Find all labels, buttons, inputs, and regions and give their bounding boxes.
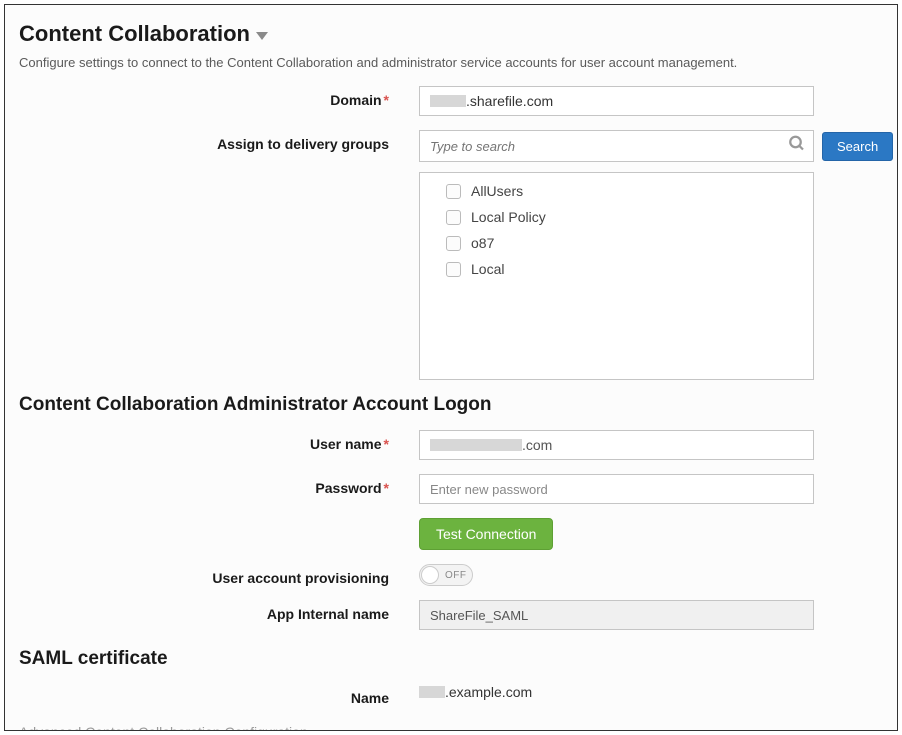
group-search-wrap: [419, 130, 814, 162]
saml-name-value: .example.com: [419, 684, 532, 700]
test-connection-button[interactable]: Test Connection: [419, 518, 553, 550]
required-marker: *: [384, 436, 389, 452]
password-row: Password*: [19, 474, 883, 504]
app-internal-input: [419, 600, 814, 630]
password-label-text: Password: [315, 480, 381, 496]
provisioning-row: User account provisioning OFF: [19, 564, 883, 586]
password-label: Password*: [19, 474, 419, 496]
list-item-label: AllUsers: [471, 183, 523, 199]
redacted-value: [430, 439, 522, 451]
password-input[interactable]: [419, 474, 814, 504]
required-marker: *: [384, 92, 389, 108]
list-item-label: Local Policy: [471, 209, 546, 225]
advanced-config-link[interactable]: Advanced Content Collaboration Configura…: [19, 724, 883, 731]
app-internal-row: App Internal name: [19, 600, 883, 630]
saml-name-label: Name: [19, 684, 419, 706]
admin-logon-heading: Content Collaboration Administrator Acco…: [19, 394, 883, 416]
domain-label: Domain*: [19, 86, 419, 108]
required-marker: *: [384, 480, 389, 496]
chevron-down-icon: [256, 32, 268, 40]
domain-input[interactable]: .sharefile.com: [419, 86, 814, 116]
assign-groups-label: Assign to delivery groups: [19, 130, 419, 152]
page-description: Configure settings to connect to the Con…: [19, 55, 883, 70]
username-label-text: User name: [310, 436, 382, 452]
groups-list-row: AllUsers Local Policy o87 Local: [19, 172, 883, 380]
username-label: User name*: [19, 430, 419, 452]
checkbox[interactable]: [446, 210, 461, 225]
username-suffix: .com: [522, 437, 552, 453]
list-item[interactable]: AllUsers: [446, 183, 787, 199]
list-item-label: Local: [471, 261, 504, 277]
list-item-label: o87: [471, 235, 494, 251]
list-item[interactable]: Local: [446, 261, 787, 277]
list-item[interactable]: Local Policy: [446, 209, 787, 225]
checkbox[interactable]: [446, 184, 461, 199]
assign-groups-row: Assign to delivery groups Search: [19, 130, 883, 162]
provisioning-label: User account provisioning: [19, 564, 419, 586]
domain-label-text: Domain: [330, 92, 381, 108]
username-row: User name* .com: [19, 430, 883, 460]
search-icon: [788, 135, 806, 158]
app-internal-label: App Internal name: [19, 600, 419, 622]
test-connection-row: Test Connection: [19, 518, 883, 550]
username-input[interactable]: .com: [419, 430, 814, 460]
list-item[interactable]: o87: [446, 235, 787, 251]
checkbox[interactable]: [446, 262, 461, 277]
saml-heading: SAML certificate: [19, 648, 883, 670]
provisioning-toggle[interactable]: OFF: [419, 564, 473, 586]
toggle-state-label: OFF: [445, 570, 467, 581]
checkbox[interactable]: [446, 236, 461, 251]
saml-name-suffix: .example.com: [445, 684, 532, 700]
search-button[interactable]: Search: [822, 132, 893, 161]
group-search-input[interactable]: [419, 130, 814, 162]
domain-row: Domain* .sharefile.com: [19, 86, 883, 116]
redacted-value: [430, 95, 466, 107]
delivery-groups-listbox[interactable]: AllUsers Local Policy o87 Local: [419, 172, 814, 380]
redacted-value: [419, 686, 445, 698]
content-collaboration-panel: Content Collaboration Configure settings…: [4, 4, 898, 731]
page-title-row[interactable]: Content Collaboration: [19, 21, 883, 47]
domain-suffix: .sharefile.com: [466, 93, 553, 109]
page-title: Content Collaboration: [19, 21, 250, 47]
toggle-knob: [421, 566, 439, 584]
saml-name-row: Name .example.com: [19, 684, 883, 706]
